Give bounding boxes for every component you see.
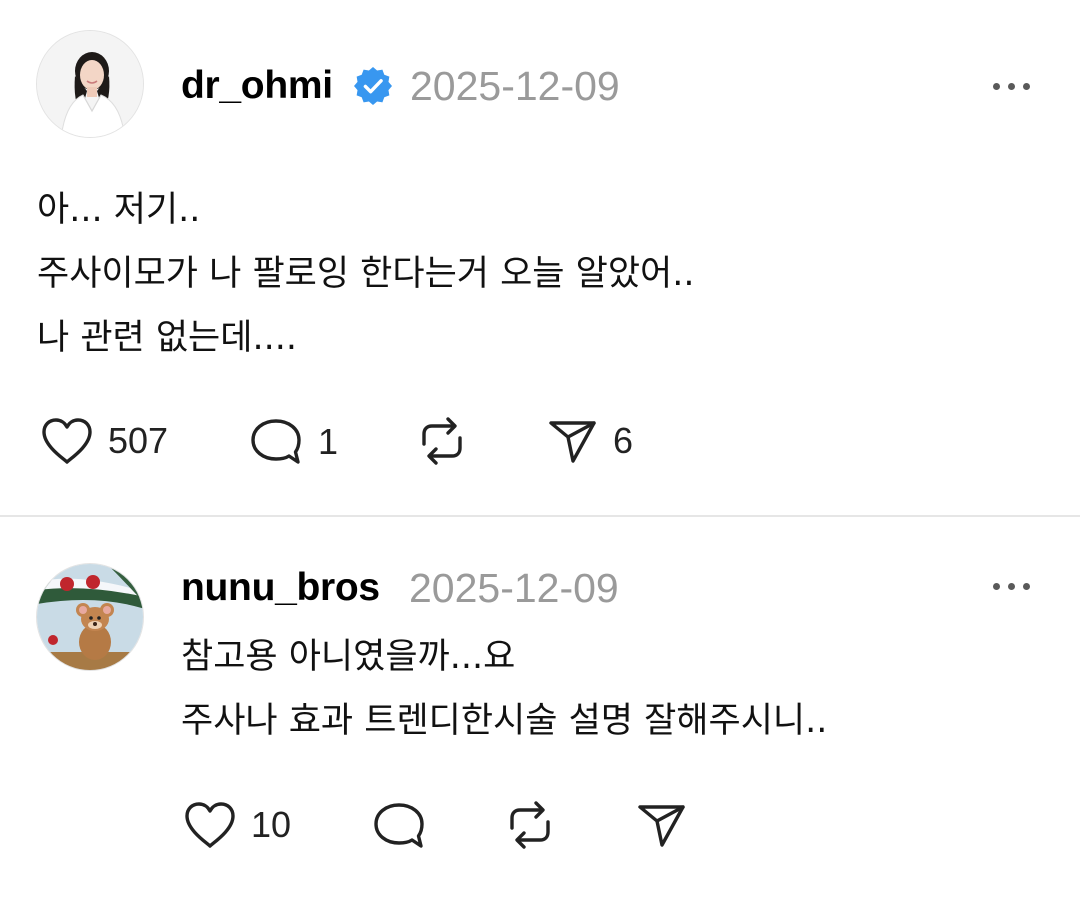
reply-icon	[251, 419, 301, 464]
avatar-mouse-image	[37, 564, 143, 670]
share-count: 6	[613, 420, 634, 461]
post-nunu-bros: nunu_bros 2025-12-09 참고용 아니였을까...요 주사나 효…	[0, 517, 1080, 904]
avatar[interactable]	[36, 30, 144, 138]
like-count: 10	[251, 804, 292, 845]
post-text-line: 나 관련 없는데....	[37, 318, 297, 358]
repost-icon	[510, 801, 550, 849]
like-count: 507	[108, 420, 169, 461]
post-text-line: 아... 저기..	[37, 190, 201, 230]
like-button[interactable]: 10	[183, 800, 291, 850]
more-icon[interactable]	[993, 580, 1033, 592]
avatar[interactable]	[36, 563, 144, 671]
share-button[interactable]	[636, 800, 688, 850]
share-icon	[549, 421, 596, 463]
post-text-line: 참고용 아니였을까...요	[181, 637, 516, 677]
post-date: 2025-12-09	[410, 63, 620, 109]
repost-button[interactable]	[502, 798, 558, 852]
avatar-portrait-image	[37, 31, 143, 137]
heart-icon	[185, 802, 235, 848]
post-text-line: 주사이모가 나 팔로잉 한다는거 오늘 알았어..	[37, 254, 695, 294]
repost-icon	[422, 417, 462, 465]
verified-badge-icon	[354, 67, 392, 105]
heart-icon	[42, 418, 92, 464]
share-icon	[638, 805, 685, 847]
repost-button[interactable]	[414, 414, 470, 468]
post-date: 2025-12-09	[409, 565, 619, 611]
reply-icon	[374, 803, 424, 848]
reply-count: 1	[318, 421, 339, 462]
reply-button[interactable]	[371, 800, 427, 852]
share-button[interactable]: 6	[547, 416, 633, 466]
post-dr-ohmi: dr_ohmi 2025-12-09 아... 저기.. 주사이모가 나 팔로잉…	[0, 0, 1080, 515]
username[interactable]: nunu_bros	[181, 568, 380, 607]
username[interactable]: dr_ohmi	[181, 66, 333, 105]
like-button[interactable]: 507	[40, 416, 168, 466]
more-icon[interactable]	[993, 80, 1033, 92]
reply-button[interactable]: 1	[248, 416, 338, 468]
post-text-line: 주사나 효과 트렌디한시술 설명 잘해주시니..	[181, 701, 828, 741]
